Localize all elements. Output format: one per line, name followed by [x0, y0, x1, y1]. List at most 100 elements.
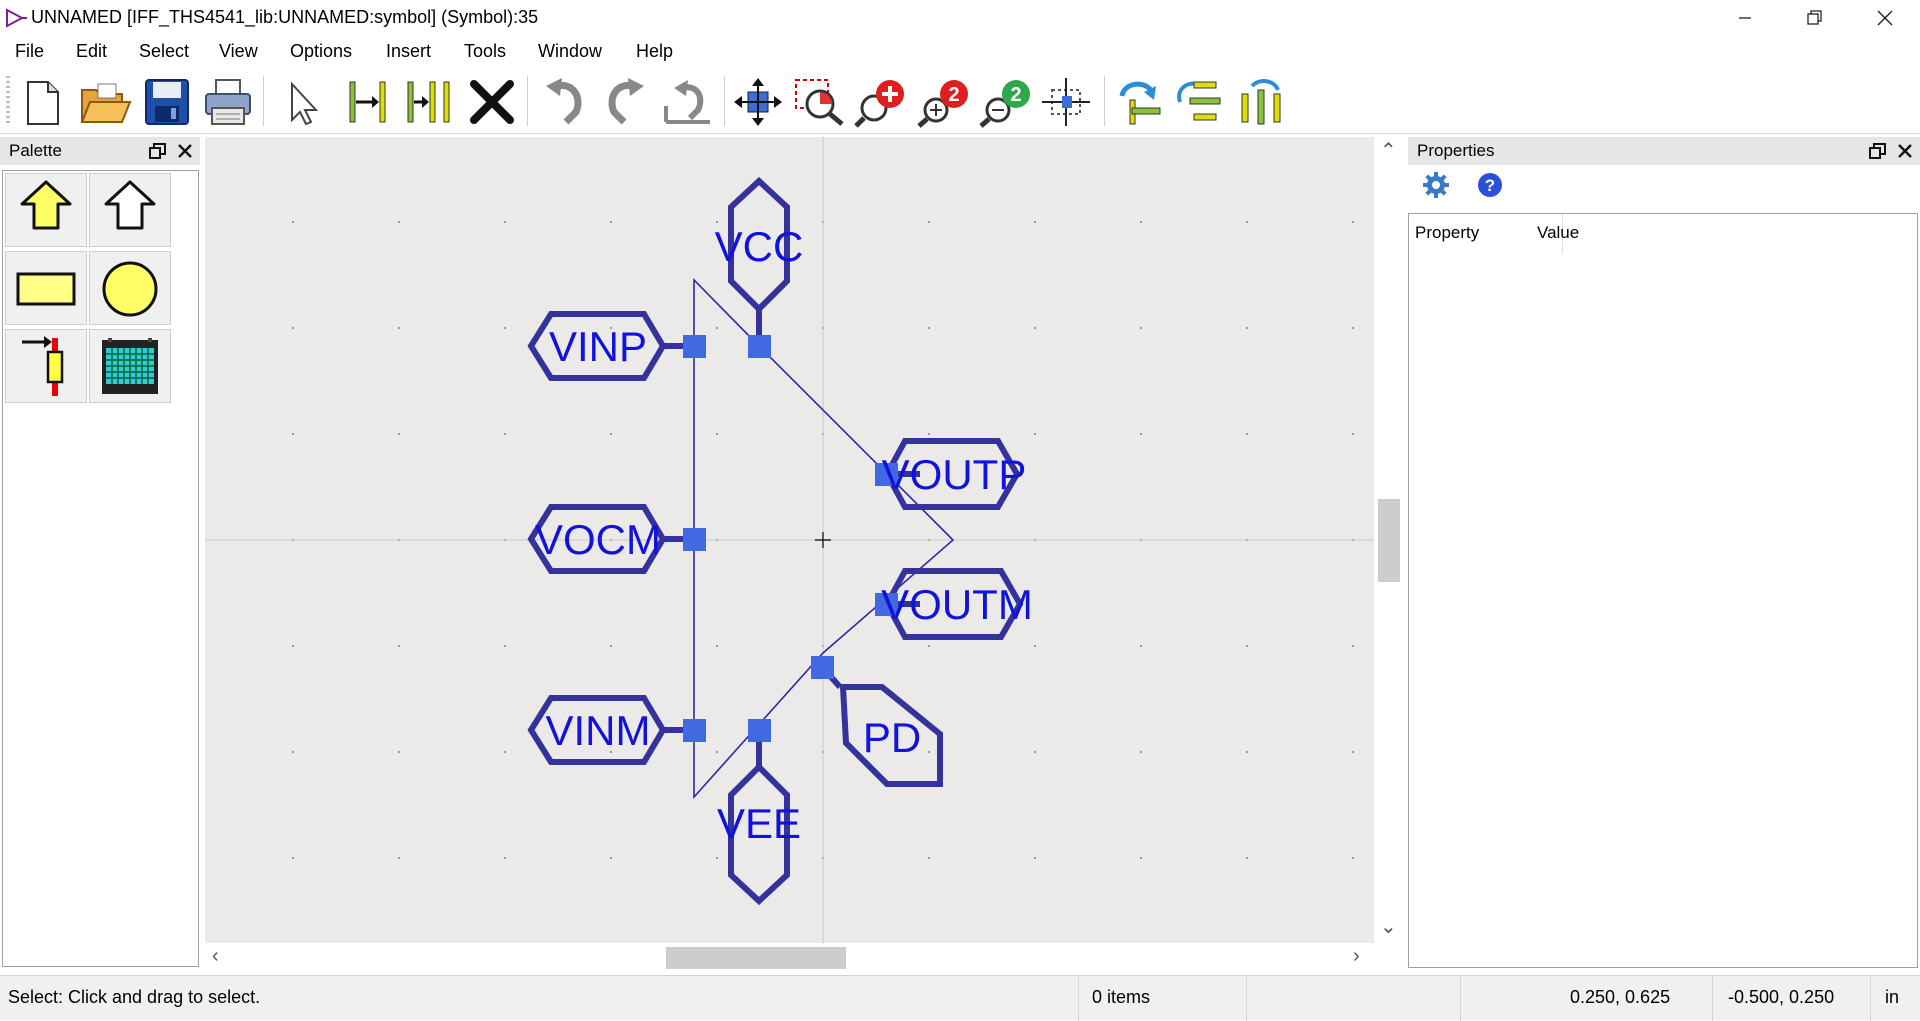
- delete-button[interactable]: [464, 76, 520, 128]
- menu-options[interactable]: Options: [290, 41, 352, 62]
- pin-label-vee[interactable]: VEE: [717, 800, 801, 847]
- grid-dot: [928, 221, 930, 223]
- pin-label-pd[interactable]: PD: [863, 714, 921, 761]
- pin-label-voutp[interactable]: VOUTP: [882, 451, 1027, 498]
- grid-dot: [928, 327, 930, 329]
- palette-graphic-block[interactable]: [89, 329, 171, 403]
- undo-all-button[interactable]: [660, 76, 716, 128]
- menu-edit[interactable]: Edit: [76, 41, 107, 62]
- new-button[interactable]: [14, 76, 70, 128]
- close-window-button[interactable]: [1850, 0, 1920, 36]
- add-pin-button[interactable]: [340, 76, 396, 128]
- new-document-icon: [27, 81, 59, 125]
- gear-icon[interactable]: [1422, 171, 1450, 199]
- symbol-canvas[interactable]: VINP VOCM VINM VCC VEE VOUTP VOUTM PD: [205, 137, 1374, 943]
- grid-dot: [504, 221, 506, 223]
- undock-icon[interactable]: [148, 141, 168, 161]
- column-header-property[interactable]: Property: [1415, 223, 1479, 243]
- menu-tools[interactable]: Tools: [464, 41, 506, 62]
- undo-button[interactable]: [536, 76, 592, 128]
- horizontal-scroll-thumb[interactable]: [666, 947, 846, 969]
- window-title: UNNAMED [IFF_THS4541_lib:UNNAMED:symbol]…: [31, 7, 539, 27]
- toolbar-separator: [724, 76, 725, 126]
- menu-file[interactable]: File: [15, 41, 44, 62]
- save-button[interactable]: [138, 76, 194, 128]
- grid-dot: [292, 327, 294, 329]
- redo-button[interactable]: [598, 76, 654, 128]
- properties-table[interactable]: Property Value: [1408, 213, 1918, 968]
- grid-dot: [928, 433, 930, 435]
- menu-select[interactable]: Select: [139, 41, 189, 62]
- menu-bar: File Edit Select View Options Insert Too…: [0, 36, 1920, 68]
- print-button[interactable]: [200, 76, 256, 128]
- palette-pin-tool[interactable]: [5, 329, 87, 403]
- toolbar-grip[interactable]: [6, 76, 10, 126]
- close-icon[interactable]: [1895, 141, 1915, 161]
- add-pins-button[interactable]: [402, 76, 458, 128]
- grid-dot: [610, 645, 612, 647]
- select-button[interactable]: [272, 76, 328, 128]
- grid-dot: [1352, 221, 1354, 223]
- grid-dot: [1034, 857, 1036, 859]
- scroll-left-icon[interactable]: ‹: [212, 946, 219, 966]
- palette-circle[interactable]: [89, 251, 171, 325]
- svg-text:2: 2: [948, 84, 959, 106]
- zoom-center-button[interactable]: [1040, 76, 1096, 128]
- flip-vertical-button[interactable]: [1172, 76, 1228, 128]
- delete-x-icon: [470, 80, 514, 124]
- grid-dot: [1034, 645, 1036, 647]
- menu-insert[interactable]: Insert: [386, 41, 431, 62]
- grid-dot: [1246, 645, 1248, 647]
- pin-label-vinp[interactable]: VINP: [549, 323, 647, 370]
- grid-dot: [292, 645, 294, 647]
- scroll-right-icon[interactable]: ›: [1353, 946, 1360, 966]
- horizontal-scrollbar[interactable]: ‹ ›: [205, 943, 1374, 973]
- menu-view[interactable]: View: [219, 41, 258, 62]
- palette-rectangle[interactable]: [5, 251, 87, 325]
- grid-dot: [716, 645, 718, 647]
- undock-icon[interactable]: [1868, 141, 1888, 161]
- vertical-scroll-thumb[interactable]: [1378, 499, 1400, 582]
- open-button[interactable]: [76, 76, 132, 128]
- restore-button[interactable]: [1780, 0, 1850, 36]
- grid-dot: [1034, 433, 1036, 435]
- pin-label-vocm[interactable]: VOCM: [535, 516, 661, 563]
- zoom-in-2x-button[interactable]: 2: [916, 76, 972, 128]
- pan-button[interactable]: [730, 76, 786, 128]
- minimize-icon: [1739, 17, 1751, 19]
- zoom-in-2x-icon: 2: [917, 80, 968, 128]
- grid-dot: [292, 857, 294, 859]
- rotate-button[interactable]: [1110, 76, 1166, 128]
- zoom-fit-button[interactable]: [792, 76, 848, 128]
- pan-icon: [734, 78, 782, 126]
- column-header-value[interactable]: Value: [1537, 223, 1579, 243]
- zoom-out-2x-button[interactable]: 2: [978, 76, 1034, 128]
- grid-dot: [1352, 751, 1354, 753]
- pin-tool-icon: [22, 336, 64, 396]
- pin-label-vcc[interactable]: VCC: [715, 223, 804, 270]
- menu-help[interactable]: Help: [636, 41, 673, 62]
- close-icon[interactable]: [175, 141, 195, 161]
- help-icon[interactable]: ?: [1476, 171, 1504, 199]
- pin-label-voutm[interactable]: VOUTM: [881, 581, 1033, 628]
- scroll-up-icon[interactable]: ⌃: [1380, 141, 1397, 161]
- grid-dot: [398, 327, 400, 329]
- flip-horizontal-button[interactable]: [1234, 76, 1290, 128]
- symbol-drawing[interactable]: VINP VOCM VINM VCC VEE VOUTP VOUTM PD: [205, 137, 1374, 943]
- add-pins-icon: [407, 81, 450, 123]
- pin-label-vinm[interactable]: VINM: [546, 707, 651, 754]
- minimize-button[interactable]: [1710, 0, 1780, 36]
- palette-panel: Palette: [0, 137, 200, 970]
- zoom-fit-icon: [795, 79, 844, 126]
- palette-output-shape[interactable]: [89, 173, 171, 247]
- scroll-down-icon[interactable]: ⌄: [1380, 917, 1397, 937]
- flip-vertical-icon: [1177, 81, 1221, 121]
- status-divider: [1712, 976, 1713, 1021]
- zoom-in-button[interactable]: [854, 76, 910, 128]
- menu-window[interactable]: Window: [538, 41, 602, 62]
- palette-input-shape[interactable]: [5, 173, 87, 247]
- vertical-scrollbar[interactable]: ⌃ ⌄: [1374, 137, 1404, 943]
- grid-dot: [1034, 751, 1036, 753]
- toolbar-separator: [527, 76, 528, 126]
- grid-dot: [504, 645, 506, 647]
